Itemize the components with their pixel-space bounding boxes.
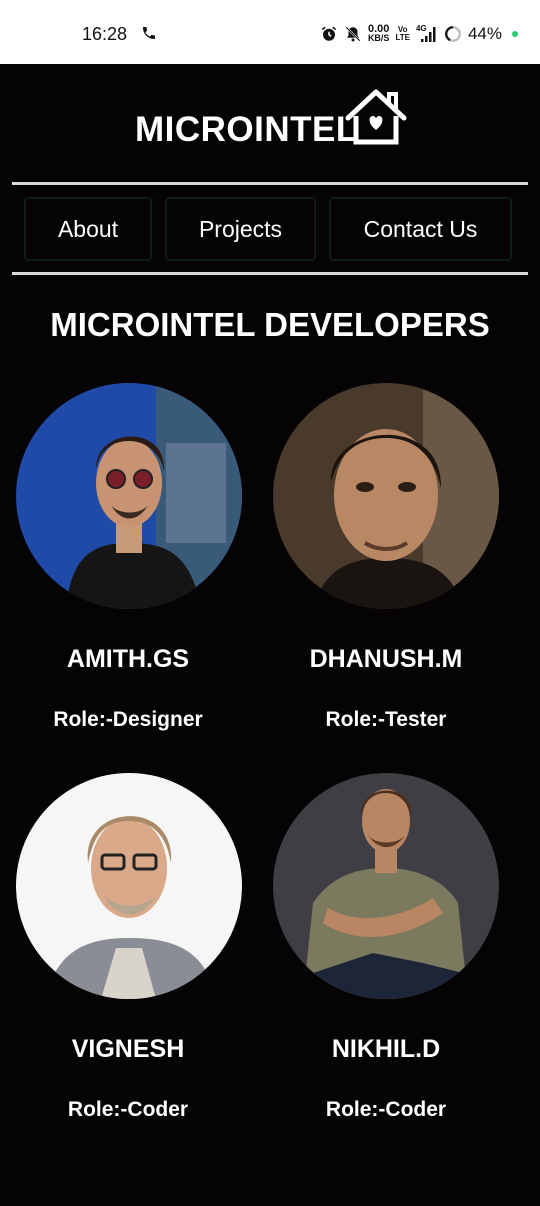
developer-role: Role:-Coder — [325, 1098, 447, 1121]
status-icons: 0.00 KB/S Vo LTE 4G 44% — [320, 22, 518, 46]
alarm-icon — [321, 26, 337, 41]
developer-name: AMITH.GS — [66, 645, 190, 673]
phone-call-icon — [143, 27, 155, 39]
status-bar: 16:28 0.00 KB/S Vo LTE 4G 44% — [0, 0, 540, 64]
house-heart-icon — [345, 89, 407, 145]
developer-card: AMITH.GS Role:-Designer — [0, 383, 256, 743]
developer-photo — [16, 383, 242, 609]
battery-percent: 44% — [467, 24, 502, 43]
developer-card: DHANUSH.M Role:-Tester — [258, 383, 514, 743]
nav-projects-button[interactable]: Projects — [165, 197, 316, 261]
brand-header: MICROINTEL — [0, 88, 540, 149]
developer-role: Role:-Coder — [67, 1098, 189, 1121]
section-title: MICROINTEL DEVELOPERS — [50, 306, 490, 343]
net-speed-unit: KB/S — [367, 33, 390, 43]
battery-ring-icon — [445, 26, 461, 42]
developer-name: DHANUSH.M — [309, 645, 463, 673]
developer-name: NIKHIL.D — [331, 1035, 441, 1063]
developer-card: NIKHIL.D Role:-Coder — [258, 773, 514, 1133]
developer-name: VIGNESH — [71, 1035, 185, 1063]
nav-about-button[interactable]: About — [24, 197, 152, 261]
volte-indicator: Vo LTE — [395, 26, 410, 42]
developer-card: VIGNESH Role:-Coder — [0, 773, 256, 1133]
mute-bell-icon — [345, 26, 361, 42]
privacy-dot-icon — [512, 31, 518, 37]
developer-role: Role:-Tester — [325, 708, 447, 731]
signal-icon: 4G — [416, 24, 438, 44]
developer-role: Role:-Designer — [53, 708, 203, 731]
developer-photo — [273, 773, 499, 999]
status-time: 16:28 — [82, 24, 128, 44]
volte-bottom: LTE — [395, 33, 410, 42]
developer-photo — [16, 773, 242, 999]
nav-divider-top — [12, 182, 528, 185]
nav-contact-button[interactable]: Contact Us — [329, 197, 512, 261]
brand-name: MICROINTEL — [135, 110, 358, 149]
developer-photo — [273, 383, 499, 609]
net-speed: 0.00 KB/S — [367, 24, 390, 43]
nav-divider-bottom — [12, 272, 528, 275]
